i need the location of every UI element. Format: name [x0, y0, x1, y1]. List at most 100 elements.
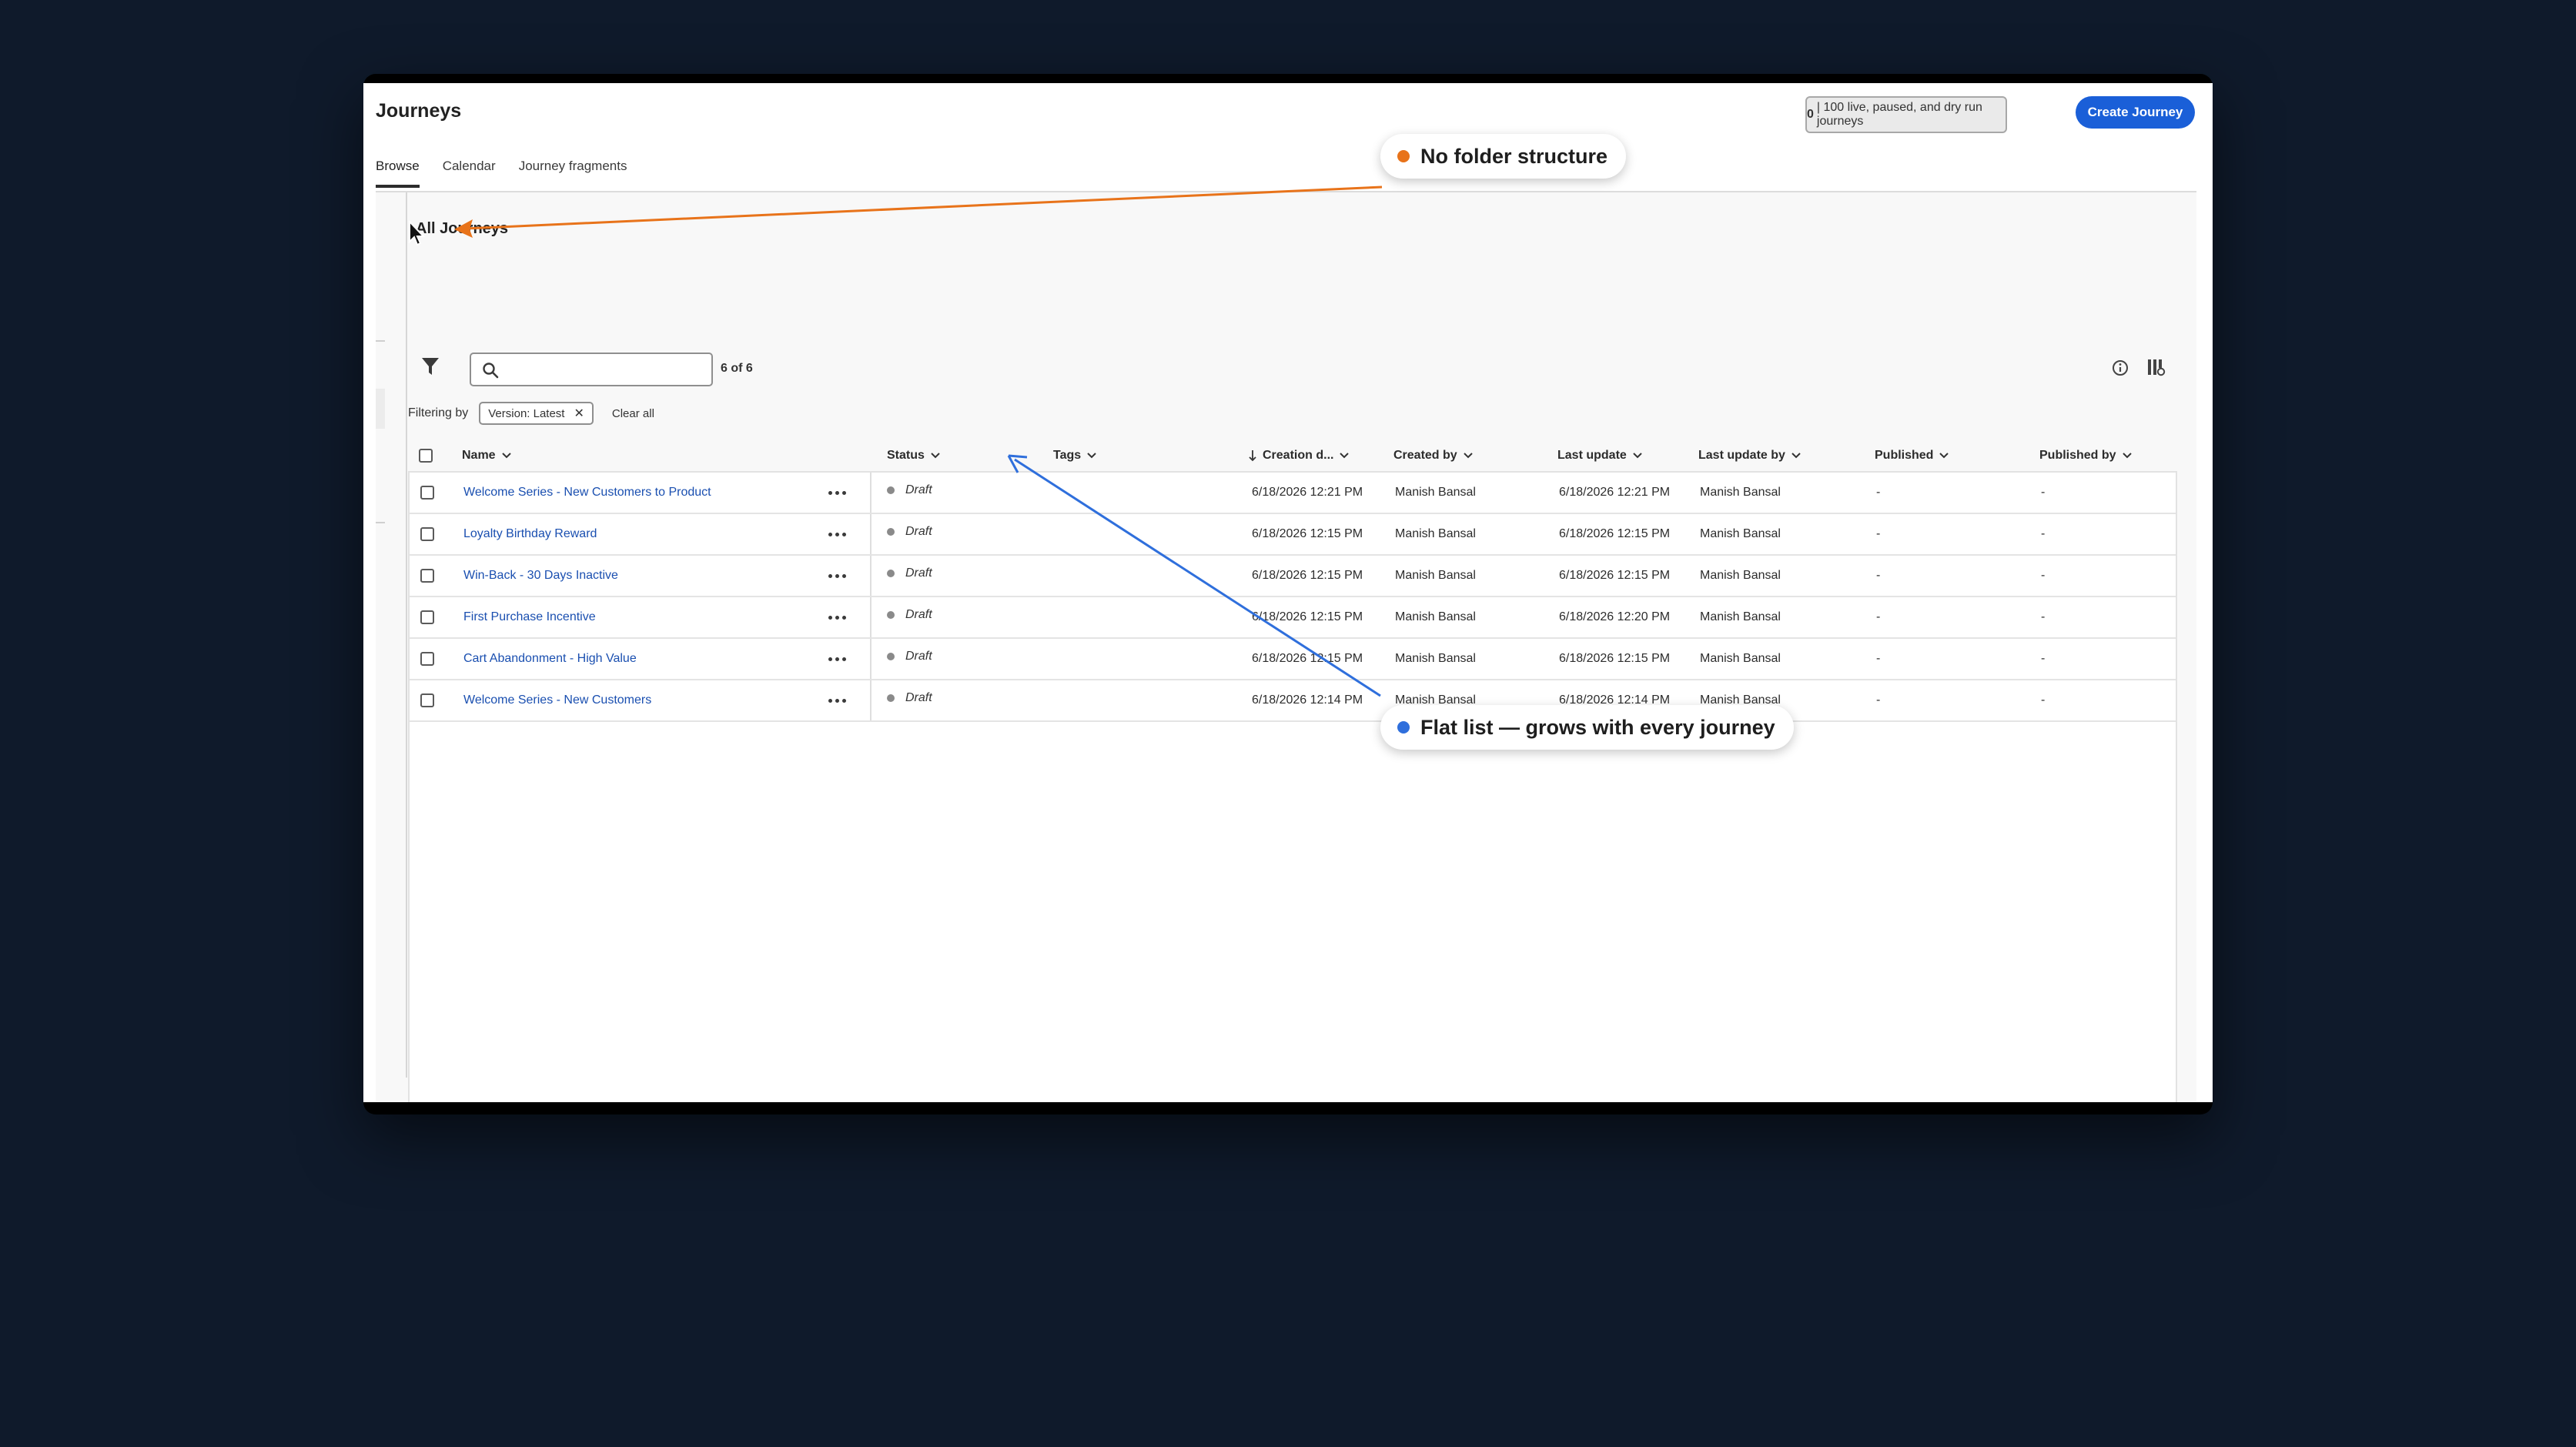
journey-name: Welcome Series - New Customers	[463, 680, 651, 720]
mouse-cursor-icon	[409, 220, 426, 246]
folder-rail	[376, 192, 408, 1102]
published-by-cell: -	[2041, 527, 2046, 540]
more-actions-button[interactable]	[828, 473, 846, 513]
clear-all-filters-link[interactable]: Clear all	[612, 407, 654, 420]
annotation-text: Flat list — grows with every journey	[1420, 715, 1775, 739]
status-dot-icon	[887, 611, 895, 619]
more-icon	[828, 532, 846, 536]
status-cell: Draft	[887, 680, 932, 720]
row-checkbox[interactable]	[420, 569, 434, 583]
column-header-published[interactable]: Published	[1875, 440, 1949, 471]
status-cell: Draft	[887, 597, 932, 637]
more-actions-button[interactable]	[828, 639, 846, 679]
journey-name-link[interactable]: Welcome Series - New Customers	[463, 693, 651, 707]
info-icon[interactable]	[2111, 359, 2129, 377]
quota-count: 0	[1807, 108, 1814, 121]
create-journey-button[interactable]: Create Journey	[2076, 96, 2195, 129]
column-header-creation-date[interactable]: Creation d...	[1249, 440, 1350, 471]
row-checkbox[interactable]	[420, 610, 434, 624]
annotation-text: No folder structure	[1420, 144, 1608, 168]
journey-name-link[interactable]: Cart Abandonment - High Value	[463, 652, 637, 666]
search-field	[470, 353, 713, 386]
column-header-tags[interactable]: Tags	[1053, 440, 1096, 471]
chevron-down-icon	[1939, 453, 1949, 459]
tab-journey-fragments[interactable]: Journey fragments	[519, 159, 627, 186]
filter-chip-label: Version: Latest	[488, 406, 565, 420]
browse-panel: All Journeys 6 of 6 Filtering by Version…	[376, 192, 2196, 1102]
row-checkbox-cell	[420, 597, 434, 637]
row-checkbox[interactable]	[420, 527, 434, 541]
more-actions-button[interactable]	[828, 556, 846, 596]
column-header-label: Last update by	[1698, 449, 1785, 462]
created-by-cell: Manish Bansal	[1395, 486, 1476, 499]
status-badge: Draft	[905, 650, 932, 663]
table-row[interactable]: First Purchase Incentive Draft 6/18/2026…	[410, 597, 2176, 639]
search-input[interactable]	[507, 357, 710, 383]
row-checkbox[interactable]	[420, 486, 434, 500]
page-title: Journeys	[376, 100, 462, 122]
journey-name-link[interactable]: Win-Back - 30 Days Inactive	[463, 569, 618, 583]
journey-name-link[interactable]: Loyalty Birthday Reward	[463, 527, 597, 541]
column-header-name[interactable]: Name	[462, 440, 511, 471]
chevron-down-icon	[1791, 453, 1801, 459]
status-dot-icon	[887, 528, 895, 536]
table-row[interactable]: Welcome Series - New Customers to Produc…	[410, 473, 2176, 514]
created-by-cell: Manish Bansal	[1395, 610, 1476, 623]
status-cell: Draft	[887, 473, 932, 513]
status-badge: Draft	[905, 525, 932, 538]
creation-date-cell: 6/18/2026 12:21 PM	[1252, 486, 1363, 499]
tab-calendar[interactable]: Calendar	[443, 159, 496, 186]
column-settings-icon[interactable]	[2146, 357, 2166, 377]
filter-icon[interactable]	[420, 356, 440, 377]
column-header-label: Name	[462, 449, 496, 462]
table-row[interactable]: Win-Back - 30 Days Inactive Draft 6/18/2…	[410, 556, 2176, 597]
more-actions-button[interactable]	[828, 680, 846, 720]
column-header-last-update[interactable]: Last update	[1557, 440, 1642, 471]
select-all-checkbox[interactable]	[419, 449, 433, 463]
column-header-created-by[interactable]: Created by	[1393, 440, 1473, 471]
tab-browse[interactable]: Browse	[376, 159, 420, 188]
more-icon	[828, 490, 846, 495]
published-by-cell: -	[2041, 569, 2046, 582]
table-row[interactable]: Loyalty Birthday Reward Draft 6/18/2026 …	[410, 514, 2176, 556]
close-icon[interactable]: ✕	[574, 406, 584, 421]
table-row[interactable]: Welcome Series - New Customers Draft 6/1…	[410, 680, 2176, 722]
blue-dot-icon	[1397, 721, 1410, 734]
journey-name-link[interactable]: First Purchase Incentive	[463, 610, 596, 624]
row-checkbox[interactable]	[420, 652, 434, 666]
more-actions-button[interactable]	[828, 514, 846, 554]
last-update-cell: 6/18/2026 12:15 PM	[1559, 569, 1671, 582]
filter-chip-version[interactable]: Version: Latest ✕	[479, 402, 594, 425]
orange-dot-icon	[1397, 150, 1410, 162]
status-badge: Draft	[905, 608, 932, 621]
status-cell: Draft	[887, 639, 932, 679]
rail-divider	[406, 192, 407, 1078]
row-checkbox-cell	[420, 473, 434, 513]
created-by-cell: Manish Bansal	[1395, 569, 1476, 582]
quota-text: | 100 live, paused, and dry run journeys	[1816, 101, 1982, 128]
status-badge: Draft	[905, 691, 932, 704]
column-header-label: Creation d...	[1263, 449, 1334, 462]
published-cell: -	[1876, 610, 1881, 623]
journey-name: Cart Abandonment - High Value	[463, 639, 637, 679]
last-update-by-cell: Manish Bansal	[1700, 569, 1781, 582]
published-cell: -	[1876, 569, 1881, 582]
journey-name-link[interactable]: Welcome Series - New Customers to Produc…	[463, 486, 711, 500]
creation-date-cell: 6/18/2026 12:15 PM	[1252, 569, 1363, 582]
column-header-label: Last update	[1557, 449, 1627, 462]
row-checkbox[interactable]	[420, 693, 434, 707]
rail-stub	[376, 340, 385, 342]
column-header-last-update-by[interactable]: Last update by	[1698, 440, 1801, 471]
column-header-published-by[interactable]: Published by	[2039, 440, 2132, 471]
published-cell: -	[1876, 652, 1881, 665]
creation-date-cell: 6/18/2026 12:15 PM	[1252, 652, 1363, 665]
journey-name: Loyalty Birthday Reward	[463, 514, 597, 554]
column-header-label: Created by	[1393, 449, 1457, 462]
last-update-cell: 6/18/2026 12:21 PM	[1559, 486, 1671, 499]
published-cell: -	[1876, 693, 1881, 707]
table-row[interactable]: Cart Abandonment - High Value Draft 6/18…	[410, 639, 2176, 680]
sort-descending-icon	[1249, 450, 1256, 462]
more-actions-button[interactable]	[828, 597, 846, 637]
column-header-status[interactable]: Status	[887, 440, 940, 471]
chevron-down-icon	[2122, 453, 2132, 459]
